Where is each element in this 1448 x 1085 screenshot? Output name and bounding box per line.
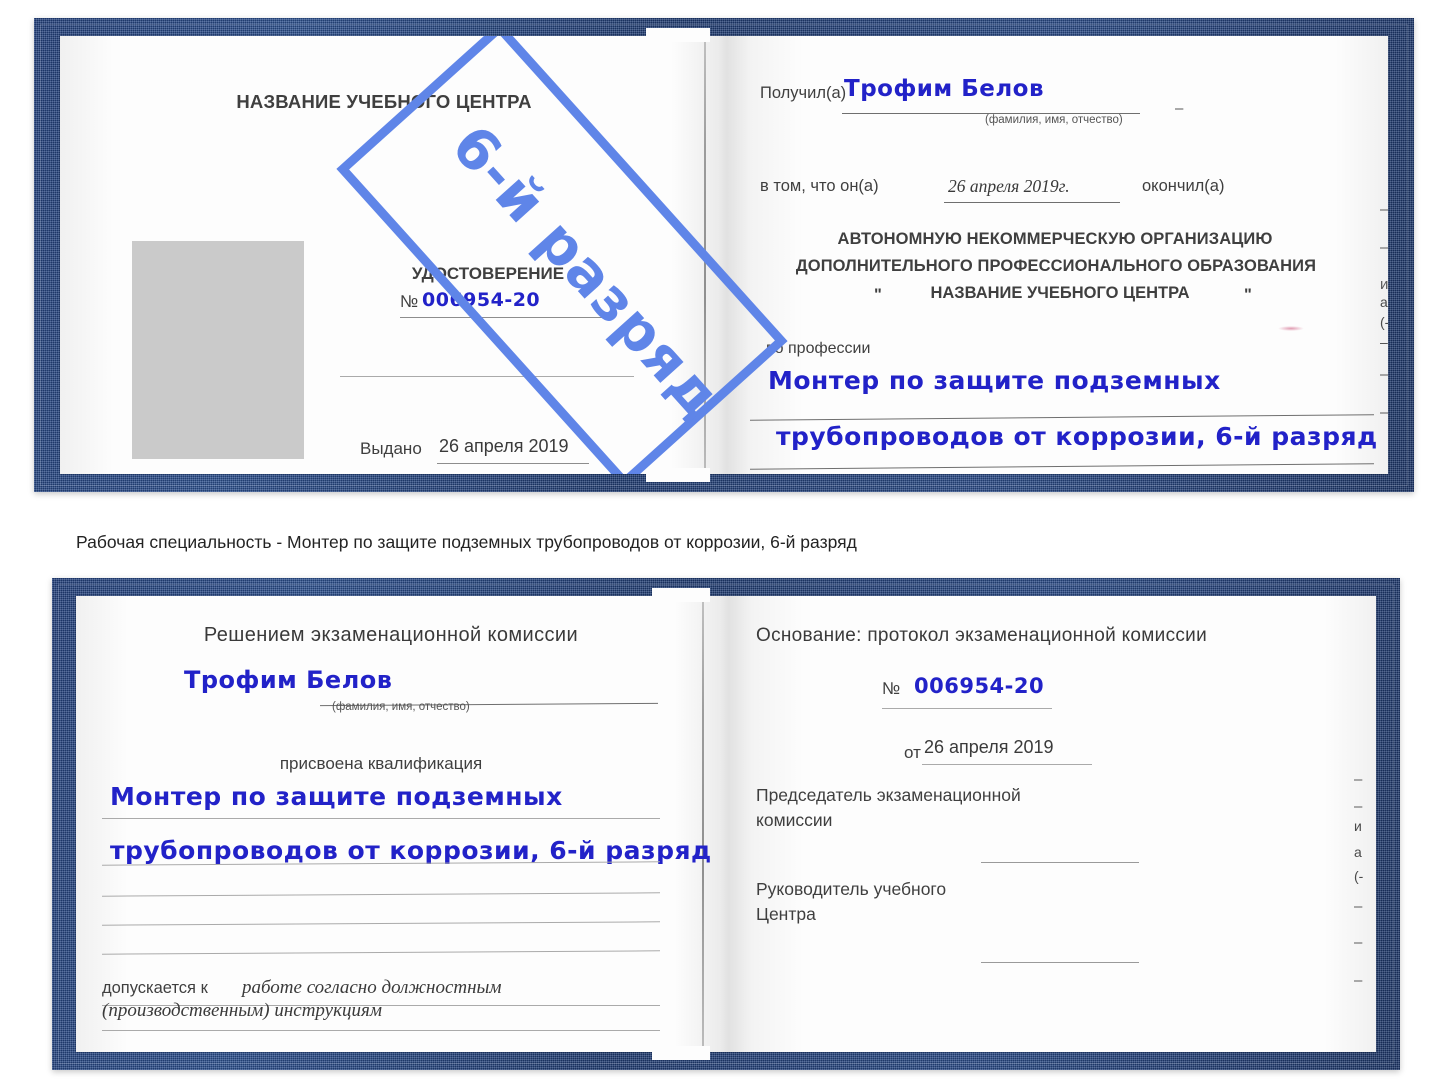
received-label: Получил(а) xyxy=(760,84,847,102)
blank-rule-4 xyxy=(102,950,660,955)
organization-line-1: АВТОНОМНУЮ НЕКОММЕРЧЕСКУЮ ОРГАНИЗАЦИЮ xyxy=(837,230,1273,248)
edge-fragment-7: – xyxy=(1380,366,1388,383)
edge-fragment-b3: и xyxy=(1354,818,1362,834)
blank-rule-3 xyxy=(102,921,660,926)
head-signature-rule xyxy=(981,962,1139,963)
protocol-date-value: 26 апреля 2019 xyxy=(924,737,1054,757)
edge-fragment-b6: – xyxy=(1354,898,1363,915)
head-line-2: Центра xyxy=(756,904,816,924)
edge-fragment-1: – xyxy=(1380,201,1388,218)
head-line-1: Руководитель учебного xyxy=(756,879,947,899)
edge-fragment-6: – xyxy=(1380,334,1388,350)
chairman-signature-rule xyxy=(981,862,1139,863)
chairman-line-2: комиссии xyxy=(756,810,833,830)
issued-date-rule xyxy=(437,463,589,464)
graduate-name-value: Трофим Белов xyxy=(184,666,393,694)
spine-tab-top-lower xyxy=(646,468,710,482)
edge-fragment-8: – xyxy=(1380,404,1388,421)
qualification-rule-1 xyxy=(102,818,660,819)
profession-line-1: Монтер по защите подземных xyxy=(768,366,1221,395)
edge-fragment-b4: а xyxy=(1354,844,1362,860)
qualification-label: присвоена квалификация xyxy=(279,754,483,773)
completed-date-value: 26 апреля 2019г. xyxy=(948,176,1070,196)
image-caption: Рабочая специальность - Монтер по защите… xyxy=(76,532,857,552)
photo-placeholder xyxy=(132,241,304,459)
spine-crease-bottom xyxy=(702,596,704,1052)
admitted-line-1: работе согласно должностным xyxy=(242,977,502,998)
profession-label: по профессии xyxy=(766,340,871,357)
protocol-date-rule xyxy=(922,764,1092,765)
document-type-label: УДОСТОВЕРЕНИЕ xyxy=(411,264,565,283)
admitted-rule-2 xyxy=(102,1030,660,1031)
profession-line-2: трубопроводов от коррозии, 6-й разряд xyxy=(776,422,1378,451)
certificate-number-rule xyxy=(400,317,606,318)
edge-fragment-3: и xyxy=(1380,276,1388,293)
basis-label: Основание: протокол экзаменационной коми… xyxy=(756,625,1208,646)
edge-fragment-b2: – xyxy=(1354,798,1363,815)
protocol-number-rule xyxy=(882,708,1052,709)
completed-suffix: окончил(а) xyxy=(1142,177,1225,195)
organization-quote-close: " xyxy=(1244,286,1252,304)
protocol-date-label: от xyxy=(904,743,921,762)
organization-quote-open: " xyxy=(874,286,882,304)
certificate-top-paper: НАЗВАНИЕ УЧЕБНОГО ЦЕНТРА УДОСТОВЕРЕНИЕ №… xyxy=(60,36,1388,474)
edge-fragment-b7: – xyxy=(1354,934,1363,951)
certificate-top: НАЗВАНИЕ УЧЕБНОГО ЦЕНТРА УДОСТОВЕРЕНИЕ №… xyxy=(34,18,1414,492)
certificate-bottom-paper: Решением экзаменационной комиссии Трофим… xyxy=(76,596,1376,1052)
edge-fragment-b5: (- xyxy=(1354,868,1364,884)
paper-smudge xyxy=(1278,326,1304,331)
edge-fragment-b1: – xyxy=(1354,771,1363,788)
spine-crease-top xyxy=(704,36,706,474)
protocol-number-symbol: № xyxy=(882,679,901,698)
certificate-number-symbol: № xyxy=(400,292,419,311)
chairman-line-1: Председатель экзаменационной xyxy=(756,785,1021,805)
training-center-heading: НАЗВАНИЕ УЧЕБНОГО ЦЕНТРА xyxy=(236,91,532,112)
name-hint-top: (фамилия, имя, отчество) xyxy=(985,114,1123,126)
spine-tab-top-upper xyxy=(646,28,710,42)
completed-date-rule xyxy=(944,202,1120,203)
edge-fragment-5: (- xyxy=(1380,314,1388,330)
edge-fragment-2: – xyxy=(1380,239,1388,256)
organization-line-3: НАЗВАНИЕ УЧЕБНОГО ЦЕНТРА xyxy=(930,284,1190,302)
screenshot-root: НАЗВАНИЕ УЧЕБНОГО ЦЕНТРА УДОСТОВЕРЕНИЕ №… xyxy=(0,0,1448,1085)
spine-tab-bottom-lower xyxy=(652,1046,710,1060)
received-name-value: Трофим Белов xyxy=(844,76,1045,102)
certificate-bottom: Решением экзаменационной комиссии Трофим… xyxy=(52,578,1400,1070)
spine-tab-bottom-upper xyxy=(652,588,710,602)
watermark-stamp-text: 6-й разряд xyxy=(438,113,735,432)
issued-label: Выдано xyxy=(360,439,422,458)
organization-line-2: ДОПОЛНИТЕЛЬНОГО ПРОФЕССИОНАЛЬНОГО ОБРАЗО… xyxy=(795,257,1317,275)
profession-rule-1 xyxy=(750,414,1374,421)
profession-rule-2 xyxy=(750,463,1374,470)
blank-rule-1 xyxy=(340,376,634,377)
seal-label: М.П. xyxy=(190,472,224,474)
edge-fragment-b8: – xyxy=(1354,972,1363,989)
protocol-number-value: 006954-20 xyxy=(914,674,1045,698)
qualification-line-1: Монтер по защите подземных xyxy=(110,782,563,811)
commission-decision-heading: Решением экзаменационной комиссии xyxy=(203,624,579,646)
issued-date-value: 26 апреля 2019 xyxy=(439,436,569,456)
edge-fragment-4: а xyxy=(1380,294,1388,310)
blank-rule-2 xyxy=(102,892,660,897)
received-edge-dash: – xyxy=(1175,100,1184,117)
admitted-line-2: (производственным) инструкциям xyxy=(102,1000,382,1021)
certificate-number-value: 006954-20 xyxy=(422,289,541,311)
name-hint-bottom: (фамилия, имя, отчество) xyxy=(332,701,470,713)
completed-prefix: в том, что он(а) xyxy=(760,177,879,195)
admitted-label: допускается к xyxy=(102,979,208,997)
